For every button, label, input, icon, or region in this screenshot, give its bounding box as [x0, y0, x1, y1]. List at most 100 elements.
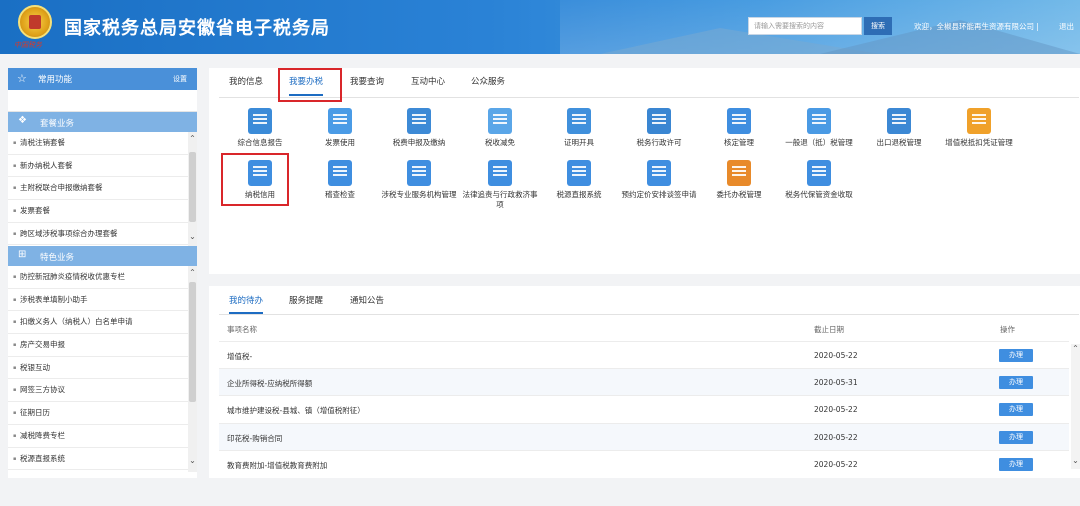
- special-business-label: 特色业务: [40, 253, 75, 263]
- function-icon: [647, 108, 671, 134]
- handle-button[interactable]: 办理: [999, 376, 1033, 390]
- function-item[interactable]: 发票使用: [301, 108, 379, 148]
- sidebar-item[interactable]: 跨区域涉税事项综合办理套餐: [8, 223, 197, 246]
- special-business-list: 防控新冠肺炎疫情税收优惠专栏涉税表单填制小助手扣缴义务人（纳税人）白名单申请房产…: [8, 266, 197, 472]
- sidebar-item[interactable]: 征期日历: [8, 402, 197, 425]
- function-item[interactable]: 稽查检查: [301, 160, 379, 200]
- grid-icon: ⊞: [18, 249, 27, 260]
- todo-deadline: 2020-05-22: [814, 459, 858, 469]
- table-row: 教育费附加-增值税教育费附加 2020-05-22 办理: [219, 449, 1069, 477]
- scroll-up-icon[interactable]: ⌃: [188, 268, 197, 277]
- function-item[interactable]: 一般退（抵）税管理: [780, 108, 858, 148]
- highlight-box: [278, 68, 342, 102]
- welcome-text: 欢迎，全椒县环能再生资源有限公司 |: [914, 21, 1039, 32]
- tax-emblem-logo: [18, 5, 52, 39]
- special-business-header[interactable]: ⊞ 特色业务: [8, 246, 197, 266]
- sidebar-item[interactable]: 新办纳税人套餐: [8, 155, 197, 178]
- function-label: 税源直报系统: [556, 190, 602, 199]
- handle-button[interactable]: 办理: [999, 403, 1033, 417]
- search-input[interactable]: 请输入需要搜索的内容: [748, 17, 862, 35]
- tax-service-panel: 我的信息 我要办税 我要查询 互动中心 公众服务 综合信息报告 发票使用 税费申报及…: [209, 68, 1080, 274]
- function-item[interactable]: 税源直报系统: [540, 160, 618, 200]
- function-icon: [647, 160, 671, 186]
- sidebar-item[interactable]: 减税降费专栏: [8, 425, 197, 448]
- function-item[interactable]: 法律追责与行政救济事项: [461, 160, 539, 210]
- function-item[interactable]: 纳税信用: [221, 160, 299, 200]
- function-item[interactable]: 税收减免: [461, 108, 539, 148]
- function-item[interactable]: 委托办税管理: [700, 160, 778, 200]
- sidebar-item[interactable]: 涉税表单填制小助手: [8, 289, 197, 312]
- function-item[interactable]: 出口退税管理: [860, 108, 938, 148]
- sidebar-item[interactable]: 网签三方协议: [8, 379, 197, 403]
- sidebar-item[interactable]: 税源直报系统: [8, 448, 197, 471]
- function-icon: [727, 108, 751, 134]
- todo-deadline: 2020-05-22: [814, 405, 858, 415]
- function-item[interactable]: 预约定价安排谈签申请: [620, 160, 698, 200]
- tab-interaction[interactable]: 互动中心: [411, 74, 445, 96]
- table-scrollbar[interactable]: ⌃ ⌄: [1071, 344, 1080, 469]
- scroll-down-icon[interactable]: ⌄: [188, 456, 197, 465]
- sidebar-scrollbar[interactable]: ⌃ ⌄: [188, 132, 197, 246]
- function-icon: [248, 160, 272, 186]
- sidebar-item[interactable]: 房产交易申报: [8, 334, 197, 357]
- site-header: 中国税务 国家税务总局安徽省电子税务局 请输入需要搜索的内容 搜索 欢迎，全椒县…: [0, 0, 1080, 54]
- todo-name: 教育费附加-增值税教育费附加: [227, 460, 328, 470]
- function-item[interactable]: 税务代保管资金收取: [780, 160, 858, 200]
- tab-divider: [219, 97, 1079, 98]
- sidebar-item[interactable]: 清税注销套餐: [8, 132, 197, 155]
- function-item[interactable]: 核定管理: [700, 108, 778, 148]
- function-item[interactable]: 涉税专业服务机构管理: [380, 160, 458, 200]
- function-icon: [807, 108, 831, 134]
- function-icon: [488, 108, 512, 134]
- emblem-text: 中国税务: [14, 41, 42, 49]
- layers-icon: ❖: [18, 115, 27, 126]
- handle-button[interactable]: 办理: [999, 430, 1033, 444]
- tab-query[interactable]: 我要查询: [350, 74, 384, 96]
- search-button[interactable]: 搜索: [864, 17, 892, 35]
- sidebar: ☆ 常用功能 设置 ❖ 套餐业务 清税注销套餐新办纳税人套餐主附税联合申报缴纳套…: [8, 68, 197, 478]
- todo-name: 增值税-: [227, 352, 253, 361]
- function-icon: [248, 108, 272, 134]
- tab-public-service[interactable]: 公众服务: [471, 74, 505, 96]
- function-item[interactable]: 综合信息报告: [221, 108, 299, 148]
- function-label: 税务代保管资金收取: [785, 190, 853, 199]
- tab-service-reminder[interactable]: 服务提醒: [289, 294, 323, 314]
- sidebar-scrollbar[interactable]: ⌃ ⌄: [188, 266, 197, 472]
- function-item[interactable]: 证明开具: [540, 108, 618, 148]
- function-label: 涉税专业服务机构管理: [381, 190, 457, 199]
- package-business-header[interactable]: ❖ 套餐业务: [8, 112, 197, 132]
- function-label: 证明开具: [564, 138, 594, 147]
- tab-my-info[interactable]: 我的信息: [229, 74, 263, 96]
- scrollbar-thumb[interactable]: [189, 152, 196, 222]
- scroll-up-icon[interactable]: ⌃: [188, 134, 197, 143]
- todo-name: 企业所得税-应纳税所得额: [227, 379, 313, 389]
- function-item[interactable]: 税费申报及缴纳: [380, 108, 458, 148]
- function-label: 一般退（抵）税管理: [785, 138, 853, 147]
- scrollbar-thumb[interactable]: [189, 282, 196, 402]
- function-icon: [967, 108, 991, 134]
- scroll-down-icon[interactable]: ⌄: [188, 232, 197, 241]
- function-icon: [488, 160, 512, 186]
- handle-button[interactable]: 办理: [999, 457, 1033, 471]
- sidebar-item[interactable]: 主附税联合申报缴纳套餐: [8, 177, 197, 201]
- scroll-up-icon[interactable]: ⌃: [1071, 344, 1080, 353]
- sidebar-item[interactable]: 扣缴义务人（纳税人）白名单申请: [8, 311, 197, 335]
- function-icon: [567, 108, 591, 134]
- sidebar-item[interactable]: 发票套餐: [8, 200, 197, 223]
- scroll-down-icon[interactable]: ⌄: [1071, 456, 1080, 465]
- function-item[interactable]: 增值税抵扣凭证管理: [940, 108, 1018, 148]
- star-icon: ☆: [17, 72, 27, 85]
- column-header-date: 截止日期: [814, 325, 844, 334]
- logout-link[interactable]: 退出: [1059, 21, 1074, 32]
- function-icon: [407, 108, 431, 134]
- function-icon: [567, 160, 591, 186]
- common-functions-label: 常用功能: [38, 75, 73, 85]
- tab-notice[interactable]: 通知公告: [350, 294, 384, 314]
- todo-deadline: 2020-05-22: [814, 351, 858, 360]
- sidebar-item[interactable]: 税银互动: [8, 357, 197, 380]
- settings-link[interactable]: 设置: [173, 74, 187, 84]
- tab-my-todo[interactable]: 我的待办: [229, 294, 264, 314]
- handle-button[interactable]: 办理: [999, 349, 1033, 362]
- sidebar-item[interactable]: 防控新冠肺炎疫情税收优惠专栏: [8, 266, 197, 289]
- function-item[interactable]: 税务行政许可: [620, 108, 698, 148]
